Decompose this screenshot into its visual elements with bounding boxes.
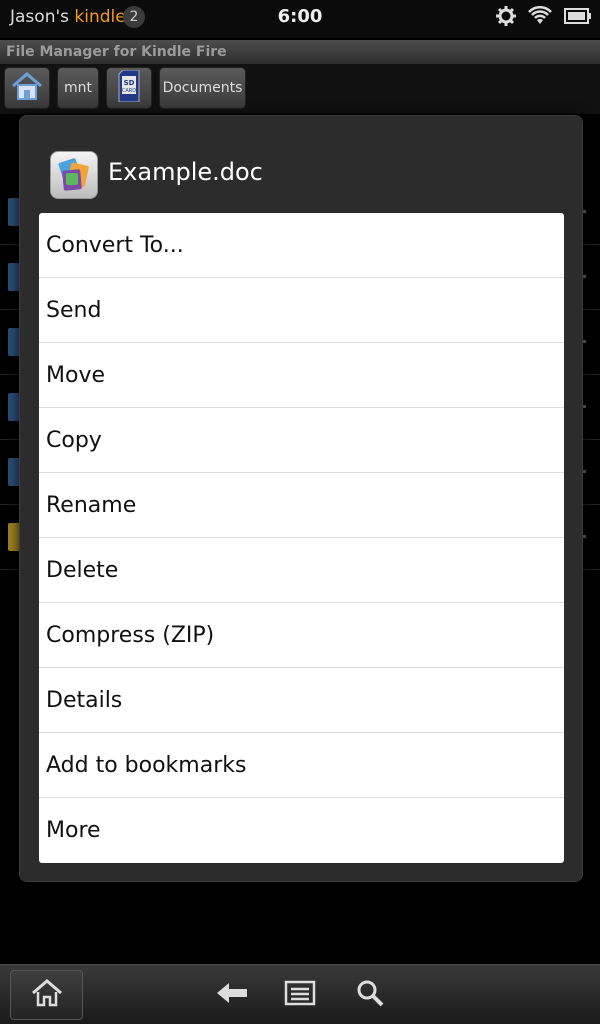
menu-item-rename[interactable]: Rename bbox=[39, 473, 564, 538]
breadcrumb: mnt SD CARD Documents bbox=[0, 64, 600, 114]
status-bar: Jason's kindle 2 6:00 bbox=[0, 0, 600, 38]
menu-item-convert-to[interactable]: Convert To... bbox=[39, 213, 564, 278]
breadcrumb-mnt[interactable]: mnt bbox=[57, 67, 99, 109]
menu-item-add-to-bookmarks[interactable]: Add to bookmarks bbox=[39, 733, 564, 798]
battery-icon[interactable] bbox=[564, 7, 592, 29]
dialog-title: Example.doc bbox=[108, 158, 263, 186]
home-icon bbox=[11, 71, 43, 105]
back-arrow-icon bbox=[215, 981, 249, 1009]
menu-item-delete[interactable]: Delete bbox=[39, 538, 564, 603]
search-button[interactable] bbox=[350, 975, 390, 1015]
app-title: File Manager for Kindle Fire bbox=[0, 40, 600, 64]
svg-text:SD: SD bbox=[124, 79, 135, 87]
menu-item-more[interactable]: More bbox=[39, 798, 564, 863]
menu-button[interactable] bbox=[280, 975, 320, 1015]
home-icon bbox=[31, 979, 63, 1011]
search-icon bbox=[355, 978, 385, 1012]
breadcrumb-documents[interactable]: Documents bbox=[159, 67, 246, 109]
svg-text:CARD: CARD bbox=[122, 88, 136, 94]
document-app-icon bbox=[50, 151, 98, 199]
sd-card-icon: SD CARD bbox=[117, 69, 141, 106]
back-button[interactable] bbox=[212, 975, 252, 1015]
wifi-icon[interactable] bbox=[528, 5, 552, 30]
context-menu: Convert To... Send Move Copy Rename Dele… bbox=[39, 213, 564, 863]
gear-icon[interactable] bbox=[496, 6, 516, 30]
breadcrumb-sdcard-button[interactable]: SD CARD bbox=[106, 67, 152, 109]
menu-item-copy[interactable]: Copy bbox=[39, 408, 564, 473]
menu-item-compress-zip[interactable]: Compress (ZIP) bbox=[39, 603, 564, 668]
breadcrumb-home-button[interactable] bbox=[4, 67, 50, 109]
menu-item-send[interactable]: Send bbox=[39, 278, 564, 343]
bottom-nav-bar bbox=[0, 964, 600, 1024]
context-menu-dialog: Example.doc Convert To... Send Move Copy… bbox=[19, 115, 583, 882]
nav-home-button[interactable] bbox=[10, 970, 83, 1020]
menu-item-move[interactable]: Move bbox=[39, 343, 564, 408]
menu-item-details[interactable]: Details bbox=[39, 668, 564, 733]
menu-icon bbox=[284, 980, 316, 1010]
